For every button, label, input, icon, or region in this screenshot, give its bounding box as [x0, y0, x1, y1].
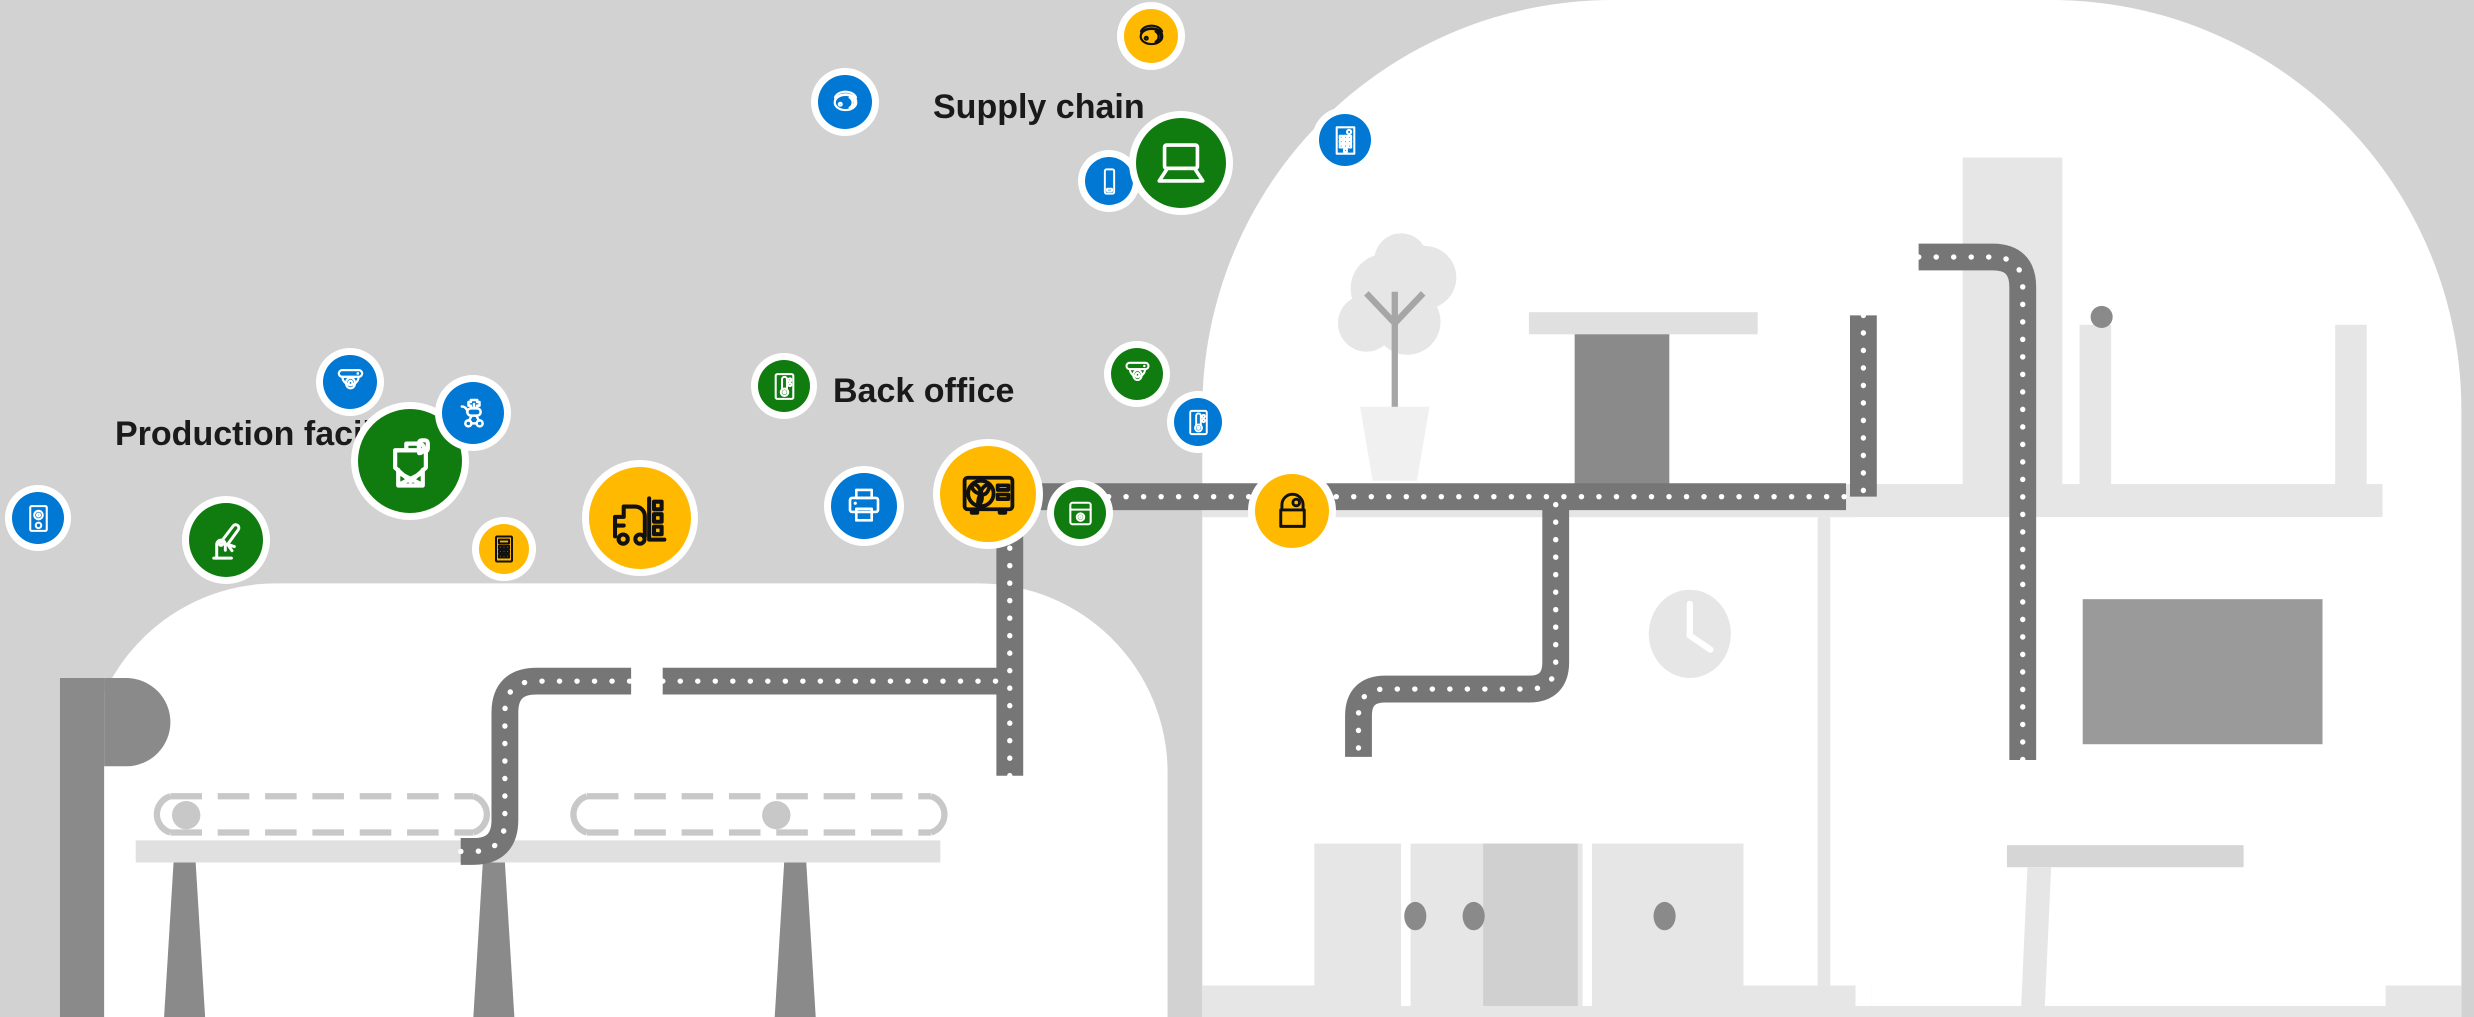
door-handle	[2090, 305, 2113, 328]
factory-pillar	[59, 678, 105, 1017]
wall-clock	[1648, 589, 1731, 678]
robotic-arm-icon	[211, 522, 240, 560]
office-cabinets	[1314, 843, 1744, 1006]
wall-strip	[2335, 324, 2367, 486]
conveyor-roller	[171, 800, 201, 830]
counter-top	[2006, 845, 2244, 868]
dome-camera-icon	[1124, 361, 1150, 381]
device-pin-mobile-phone[interactable]	[1085, 157, 1133, 205]
zone-label-supply-chain: Supply chain	[933, 88, 1145, 126]
device-pin-smoke-detector-1[interactable]	[818, 75, 872, 129]
appliance-icon	[1068, 501, 1092, 525]
device-pin-thermostat-back[interactable]	[758, 360, 810, 412]
device-pin-smoke-detector-2[interactable]	[1124, 9, 1178, 63]
padlock-icon	[1278, 492, 1306, 528]
printer-icon	[848, 488, 880, 522]
device-pin-forklift[interactable]	[589, 467, 691, 569]
dome-camera-icon	[337, 368, 363, 389]
right-room	[1871, 517, 2386, 1006]
device-pin-access-keypad[interactable]	[1319, 114, 1371, 166]
device-pin-laptop[interactable]	[1136, 118, 1226, 208]
wall-strip	[2079, 324, 2112, 486]
forklift-icon	[612, 495, 666, 546]
device-pin-smart-lock[interactable]	[1255, 474, 1329, 548]
device-pin-appliance[interactable]	[1054, 487, 1106, 539]
hvac-icon	[962, 475, 1014, 515]
scene-illustration	[0, 0, 2474, 1017]
device-pin-calculator-keypad[interactable]	[479, 524, 529, 574]
smoke-detector-icon	[1139, 24, 1163, 45]
device-pin-speaker[interactable]	[12, 492, 64, 544]
device-pin-robotic-arm[interactable]	[189, 503, 263, 577]
smoke-detector-icon	[833, 90, 857, 111]
device-pin-valve-pump[interactable]	[442, 382, 504, 444]
valve-pump-icon	[460, 398, 484, 428]
process-tank-icon	[392, 437, 430, 488]
divider-gap	[1855, 517, 1872, 1006]
device-pin-thermostat-right[interactable]	[1174, 398, 1222, 446]
conveyor-roller	[762, 800, 791, 830]
device-pin-dome-camera-prod[interactable]	[323, 355, 377, 409]
speaker-icon	[28, 504, 48, 532]
mobile-phone-icon	[1103, 167, 1115, 195]
calculator-icon	[495, 535, 513, 563]
room-divider	[1817, 517, 1831, 1006]
access-keypad-icon	[1335, 125, 1355, 155]
laptop-icon	[1157, 143, 1205, 183]
iot-landscape-diagram: Production facility Supply chain Back of…	[0, 0, 2474, 1017]
conveyor-table	[135, 840, 941, 863]
device-pin-dome-camera-back[interactable]	[1111, 348, 1163, 400]
zone-label-back-office: Back office	[833, 372, 1015, 410]
device-pin-printer[interactable]	[831, 473, 897, 539]
thermostat-icon	[774, 372, 794, 400]
thermostat-icon	[1188, 409, 1208, 435]
device-pin-hvac-unit[interactable]	[940, 446, 1036, 542]
wall-display	[2082, 599, 2323, 745]
